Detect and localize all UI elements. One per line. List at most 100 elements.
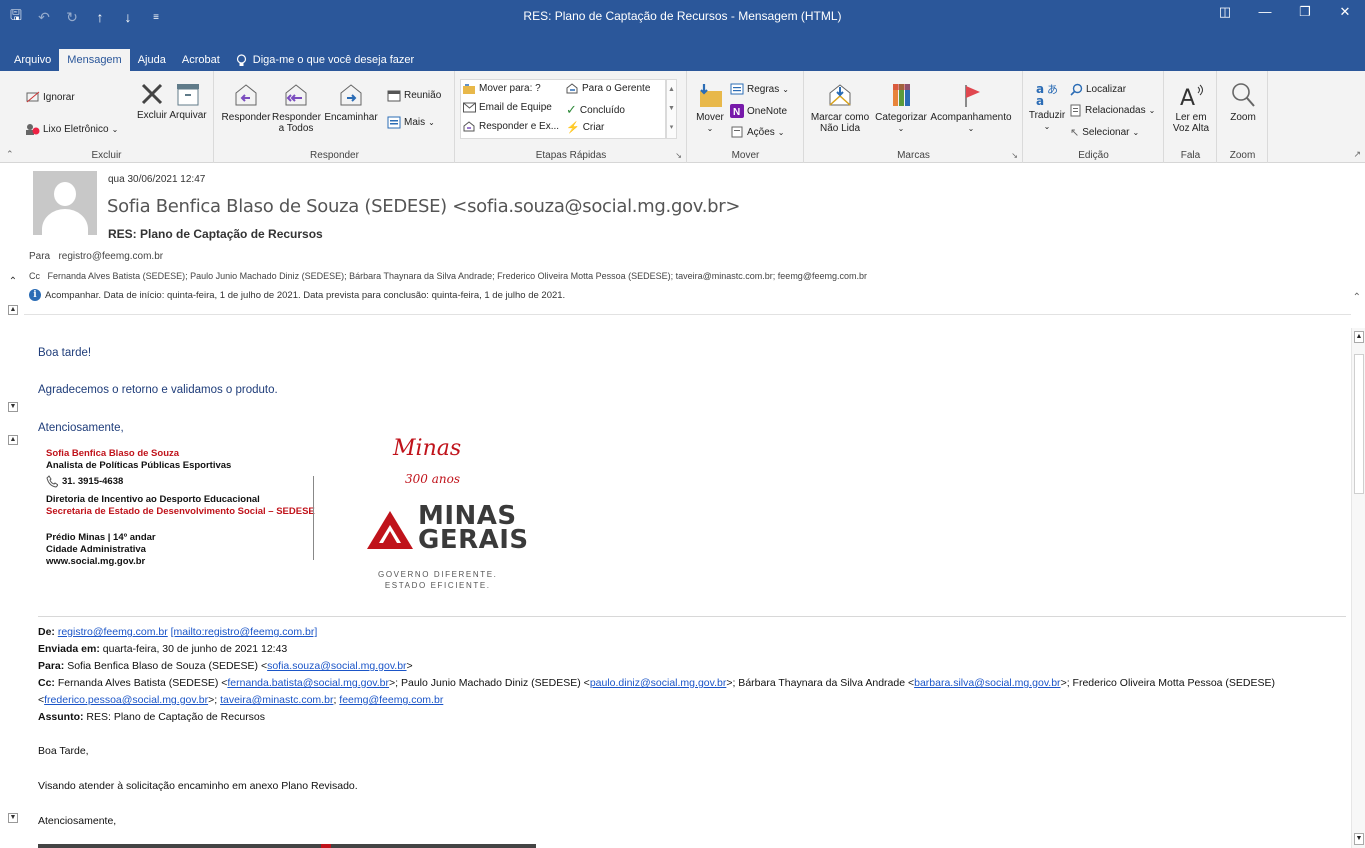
more-respond-button[interactable]: Mais ⌄ <box>387 116 435 129</box>
collapse-ribbon-icon[interactable]: ⌃ <box>6 149 14 160</box>
svg-text:a: a <box>1036 94 1044 107</box>
group-fala: A Ler em Voz Alta Fala <box>1165 71 1217 163</box>
fwd-from-email[interactable]: registro@feemg.com.br <box>58 626 168 638</box>
follow-up-button[interactable]: Acompanhamento ⌄ <box>928 81 1014 134</box>
quickstep-done[interactable]: ✓ Concluído <box>566 102 625 118</box>
close-button[interactable]: ✕ <box>1325 0 1365 26</box>
onenote-button[interactable]: N OneNote <box>730 104 787 118</box>
actions-button[interactable]: Ações ⌄ <box>730 126 785 138</box>
quickstep-to-manager[interactable]: Para o Gerente <box>566 83 650 94</box>
find-button[interactable]: Localizar <box>1070 83 1126 96</box>
fwd-cc-line-2: <frederico.pessoa@social.mg.gov.br>; tav… <box>38 694 444 706</box>
chevron-down-icon: ⌄ <box>428 118 435 127</box>
svg-text:あ: あ <box>1047 83 1058 96</box>
reply-all-icon <box>285 84 307 106</box>
read-aloud-button[interactable]: A Ler em Voz Alta <box>1169 81 1213 134</box>
mark-unread-button[interactable]: Marcar como Não Lida <box>807 81 873 134</box>
fwd-signature-image-partial <box>38 844 536 848</box>
junk-label: Lixo Eletrônico <box>43 123 109 135</box>
reply-button[interactable]: Responder <box>220 81 272 123</box>
group-etapas-rapidas: Mover para: ? Email de Equipe Responder … <box>456 71 687 163</box>
tab-arquivo[interactable]: Arquivo <box>6 49 59 71</box>
to-line: Para registro@feemg.com.br <box>29 251 163 262</box>
fwd-to-email[interactable]: sofia.souza@social.mg.gov.br <box>267 660 406 672</box>
forward-icon <box>340 84 362 106</box>
fwd-cc-6-email[interactable]: feemg@feemg.com.br <box>339 694 443 706</box>
fwd-cc-3-email[interactable]: barbara.silva@social.mg.gov.br <box>914 677 1060 689</box>
select-button[interactable]: ↖ Selecionar ⌄ <box>1070 126 1139 139</box>
message-body: Boa tarde! Agradecemos o retorno e valid… <box>0 316 1350 848</box>
tab-acrobat[interactable]: Acrobat <box>174 49 228 71</box>
zoom-button[interactable]: Zoom <box>1222 81 1264 123</box>
scroll-up-arrow[interactable]: ▲ <box>1354 331 1364 343</box>
quickstep-create[interactable]: ⚡ Criar <box>566 121 604 134</box>
ribbon-display-options-icon[interactable]: ◫ <box>1205 0 1245 26</box>
vertical-scrollbar[interactable]: ▲ ▼ <box>1351 328 1365 848</box>
tab-mensagem[interactable]: Mensagem <box>59 49 130 71</box>
forward-button[interactable]: Encaminhar <box>321 81 381 123</box>
scroll-up-small[interactable]: ▲ <box>8 305 18 315</box>
avatar <box>33 171 97 235</box>
fwd-from-label: De: <box>38 626 55 638</box>
translate-button[interactable]: aあa Traduzir ⌄ <box>1027 81 1067 132</box>
cc-label: Cc <box>29 271 40 281</box>
quickstep-reply-delete[interactable]: Responder e Ex... <box>463 121 559 132</box>
follow-up-label: Acompanhamento <box>930 112 1012 123</box>
to-recipient[interactable]: registro@feemg.com.br <box>58 251 163 262</box>
svg-text:A: A <box>1180 86 1195 109</box>
message-sender[interactable]: Sofia Benfica Blaso de Souza (SEDESE) <s… <box>107 196 741 217</box>
body-greeting: Boa tarde! <box>38 347 92 359</box>
scroll-thumb[interactable] <box>1354 354 1364 494</box>
restore-button[interactable]: ❐ <box>1285 0 1325 26</box>
forward-label: Encaminhar <box>324 112 378 123</box>
fwd-from-mailto[interactable]: [mailto:registro@feemg.com.br] <box>171 626 318 638</box>
scroll-down-arrow[interactable]: ▼ <box>1354 833 1364 845</box>
minas-300-logo-script: Minas <box>393 436 462 461</box>
rules-button[interactable]: Regras ⌄ <box>730 83 789 95</box>
mg-slogan-1: GOVERNO DIFERENTE. <box>378 570 498 579</box>
quickstep-to-manager-label: Para o Gerente <box>582 83 651 94</box>
to-label: Para <box>29 251 51 262</box>
group-label-zoom: Zoom <box>1229 150 1256 161</box>
junk-button[interactable]: Lixo Eletrônico ⌄ <box>26 123 118 135</box>
zoom-label: Zoom <box>1230 112 1256 123</box>
move-label: Mover <box>696 112 724 123</box>
svg-text:N: N <box>733 107 740 118</box>
chevron-up-icon[interactable]: ⌃ <box>8 277 18 288</box>
move-button[interactable]: Mover ⌄ <box>693 81 727 134</box>
expand-ribbon-icon[interactable]: ↗ <box>1353 149 1361 160</box>
tab-ajuda[interactable]: Ajuda <box>130 49 174 71</box>
onenote-label: OneNote <box>747 105 788 117</box>
fwd-from-line: De: registro@feemg.com.br [mailto:regist… <box>38 626 317 638</box>
group-label-excluir: Excluir <box>91 150 122 161</box>
meeting-button[interactable]: Reunião <box>387 89 441 102</box>
lightning-icon: ⚡ <box>566 122 580 134</box>
reply-all-button[interactable]: Responder a Todos <box>272 81 321 134</box>
ignore-button[interactable]: Ignorar <box>26 91 75 103</box>
archive-button[interactable]: Arquivar <box>165 81 211 121</box>
title-bar: 🖫 ↶ ↻ ↑ ↓ ≡ RES: Plano de Captação de Re… <box>0 0 1365 47</box>
quickstep-team-email[interactable]: Email de Equipe <box>463 102 552 113</box>
group-label-mover: Mover <box>731 150 760 161</box>
fwd-sent-label: Enviada em: <box>38 643 100 655</box>
fwd-cc-5-email[interactable]: taveira@minastc.com.br <box>220 694 333 706</box>
collapse-header-icon[interactable]: ⌃ <box>1353 292 1361 303</box>
delete-x-icon <box>141 83 163 105</box>
related-button[interactable]: Relacionadas ⌄ <box>1070 104 1155 117</box>
minimize-button[interactable]: — <box>1245 0 1285 26</box>
quick-steps-scroll[interactable]: ▲ ▼ ▾ <box>666 79 677 139</box>
categorize-button[interactable]: Categorizar ⌄ <box>871 81 931 134</box>
fwd-cc-1-email[interactable]: fernanda.batista@social.mg.gov.br <box>227 677 389 689</box>
tell-me-label: Diga-me o que você deseja fazer <box>252 54 415 66</box>
fwd-cc-4: >; Frederico Oliveira Motta Pessoa (SEDE… <box>1060 677 1276 689</box>
junk-person-icon <box>26 124 40 135</box>
quickstep-move-to[interactable]: Mover para: ? <box>463 83 541 94</box>
fwd-cc-2-email[interactable]: paulo.diniz@social.mg.gov.br <box>590 677 727 689</box>
group-mover: Mover ⌄ Regras ⌄ N OneNote Ações ⌄ Mover <box>688 71 804 163</box>
cc-recipients[interactable]: Fernanda Alves Batista (SEDESE); Paulo J… <box>48 271 867 281</box>
fwd-cc-4-email[interactable]: frederico.pessoa@social.mg.gov.br <box>44 694 208 706</box>
dialog-launcher-icon[interactable]: ↘ <box>675 151 682 160</box>
dialog-launcher-icon[interactable]: ↘ <box>1011 151 1018 160</box>
tell-me-search[interactable]: Diga-me o que você deseja fazer <box>228 49 414 71</box>
fwd-to-label: Para: <box>38 660 65 672</box>
